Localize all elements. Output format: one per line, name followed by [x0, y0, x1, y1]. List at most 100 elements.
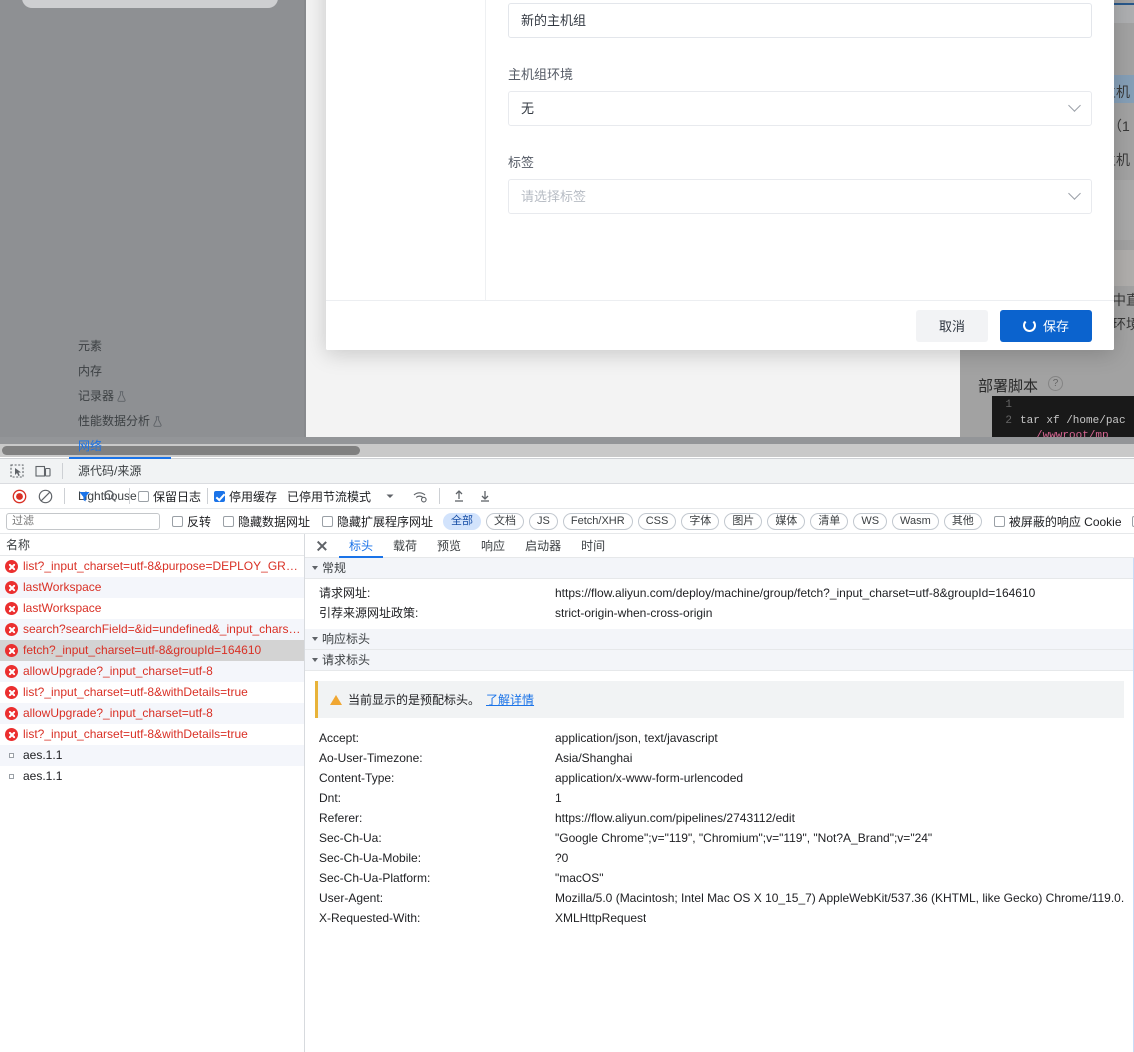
devtools-tab-0[interactable]: 元素: [69, 334, 171, 359]
type-filter-4[interactable]: CSS: [637, 512, 677, 530]
request-headers-section-header[interactable]: 请求标头: [305, 650, 1134, 671]
host-group-name-input[interactable]: 新的主机组: [508, 3, 1092, 38]
request-list-item[interactable]: lastWorkspace: [0, 598, 304, 619]
devtools-tab-3[interactable]: 性能数据分析: [69, 409, 171, 434]
page-horizontal-scrollbar-thumb[interactable]: [2, 446, 360, 455]
detail-tab-1[interactable]: 载荷: [383, 534, 427, 558]
type-filter-1[interactable]: 文档: [486, 512, 525, 530]
devtools-tab-2[interactable]: 记录器: [69, 384, 171, 409]
general-section-header[interactable]: 常规: [305, 558, 1134, 579]
devtools-tab-1[interactable]: 内存: [69, 359, 171, 384]
request-list-item[interactable]: allowUpgrade?_input_charset=utf-8: [0, 661, 304, 682]
chevron-down-icon: [1068, 99, 1081, 112]
clear-button-icon[interactable]: [32, 484, 58, 508]
type-filter-2[interactable]: JS: [529, 512, 558, 530]
import-har-icon[interactable]: [446, 484, 472, 508]
type-filter-9[interactable]: WS: [853, 512, 888, 530]
search-icon[interactable]: [97, 484, 123, 508]
invert-checkbox[interactable]: 反转: [172, 513, 211, 530]
header-value: XMLHttpRequest: [555, 911, 647, 925]
header-row: User-Agent: Mozilla/5.0 (Macintosh; Intel…: [305, 888, 1134, 908]
type-filter-5[interactable]: 字体: [681, 512, 720, 530]
error-status-icon: [5, 581, 18, 594]
chevron-down-icon[interactable]: [377, 484, 403, 508]
detail-tab-5[interactable]: 时间: [571, 534, 615, 558]
type-filter-0[interactable]: 全部: [443, 512, 482, 530]
deploy-script-title: 部署脚本: [978, 378, 1039, 395]
type-filter-8[interactable]: 清单: [810, 512, 849, 530]
type-filter-3[interactable]: Fetch/XHR: [562, 512, 633, 530]
request-list-item[interactable]: fetch?_input_charset=utf-8&groupId=16461…: [0, 640, 304, 661]
hide-data-urls-label: 隐藏数据网址: [238, 514, 311, 529]
devtools-tab-5[interactable]: 源代码/来源: [69, 459, 171, 484]
export-har-icon[interactable]: [472, 484, 498, 508]
filter-icon[interactable]: [71, 484, 97, 508]
close-icon[interactable]: [313, 537, 331, 555]
header-key: Sec-Ch-Ua:: [319, 831, 382, 845]
header-row: Content-Type: application/x-www-form-urle…: [305, 768, 1134, 788]
preserve-log-checkbox[interactable]: 保留日志: [138, 488, 201, 505]
header-key: Dnt:: [319, 791, 342, 805]
host-group-environment-select[interactable]: 无: [508, 91, 1092, 126]
request-list-item[interactable]: list?_input_charset=utf-8&withDetails=tr…: [0, 724, 304, 745]
experiment-flask-icon: [153, 416, 162, 427]
save-button[interactable]: 保存: [1000, 309, 1092, 342]
inspect-element-icon[interactable]: [4, 459, 30, 483]
detail-tab-4[interactable]: 启动器: [515, 534, 571, 558]
chevron-down-icon: [312, 658, 318, 662]
devtools-tab-label: 源代码/来源: [78, 463, 142, 478]
modal-body: 名称 新的主机组 主机组环境 无 标签 请选择标签: [486, 0, 1114, 300]
detail-tab-3[interactable]: 响应: [471, 534, 515, 558]
tags-value: 请选择标签: [521, 189, 587, 204]
record-button-icon[interactable]: [6, 484, 32, 508]
error-status-icon: [5, 602, 18, 615]
header-row: X-Requested-With: XMLHttpRequest: [305, 908, 1134, 928]
header-row: 引荐来源网址政策: strict-origin-when-cross-origin: [305, 603, 1134, 623]
cancel-button[interactable]: 取消: [916, 309, 988, 342]
blocked-response-cookies-checkbox[interactable]: 被屏蔽的响应 Cookie: [993, 513, 1122, 530]
learn-more-link[interactable]: 了解详情: [486, 691, 534, 708]
type-filter-7[interactable]: 媒体: [767, 512, 806, 530]
type-filter-10[interactable]: Wasm: [892, 512, 939, 530]
header-key: Accept:: [319, 731, 360, 745]
request-list-item[interactable]: aes.1.1: [0, 766, 304, 787]
request-list-column-header: 名称: [0, 534, 304, 556]
throttling-label: 已停用节流模式: [287, 489, 372, 504]
network-conditions-icon[interactable]: [407, 484, 433, 508]
type-filter-11[interactable]: 其他: [943, 512, 982, 530]
header-key: Content-Type:: [319, 771, 395, 785]
hide-extension-urls-checkbox[interactable]: 隐藏扩展程序网址: [322, 513, 433, 530]
chevron-down-icon: [312, 566, 318, 570]
detail-tab-0[interactable]: 标头: [339, 534, 383, 558]
response-headers-label: 响应标头: [322, 631, 371, 646]
host-group-tags-select[interactable]: 请选择标签: [508, 179, 1092, 214]
device-toolbar-icon[interactable]: [30, 459, 56, 483]
resource-type-filters: 全部 文档 JS Fetch/XHR CSS 字体 图片 媒体 清单 WS Wasm 其他: [443, 512, 982, 530]
request-list-item[interactable]: aes.1.1: [0, 745, 304, 766]
request-detail-panel: 标头 载荷 预览 响应 启动器 时间 常规 请求网址: https://flow.aliyu…: [305, 534, 1134, 1052]
request-list-item[interactable]: list?_input_charset=utf-8&withDetails=tr…: [0, 682, 304, 703]
divider: [64, 488, 65, 504]
response-headers-section-header[interactable]: 响应标头: [305, 629, 1134, 650]
filter-input[interactable]: [6, 512, 160, 530]
header-key: Sec-Ch-Ua-Platform:: [319, 871, 431, 885]
error-status-icon: [5, 665, 18, 678]
request-list-item[interactable]: lastWorkspace: [0, 577, 304, 598]
request-list-item[interactable]: list?_input_charset=utf-8&purpose=DEPLOY…: [0, 556, 304, 577]
request-list-item[interactable]: allowUpgrade?_input_charset=utf-8: [0, 703, 304, 724]
code-line-2: 2 tar xf /home/pac: [1005, 415, 1126, 427]
header-value: https://flow.aliyun.com/deploy/machine/g…: [555, 586, 1036, 600]
type-filter-6[interactable]: 图片: [724, 512, 763, 530]
detail-tab-2[interactable]: 预览: [427, 534, 471, 558]
hide-data-urls-checkbox[interactable]: 隐藏数据网址: [223, 513, 310, 530]
devtools-panel: 元素内存记录器性能数据分析网络源代码/来源Lighthouse控制台应用性能We…: [0, 339, 1134, 1052]
devtools-tab-4[interactable]: 网络: [69, 434, 171, 459]
help-icon[interactable]: ?: [1048, 376, 1063, 391]
disable-cache-checkbox[interactable]: 停用缓存: [214, 488, 277, 505]
request-name: aes.1.1: [23, 769, 63, 783]
error-status-icon: [5, 623, 18, 636]
page-right-snip-1: 中直: [1112, 292, 1134, 308]
request-name: allowUpgrade?_input_charset=utf-8: [23, 664, 213, 678]
detail-tab-list: 标头 载荷 预览 响应 启动器 时间: [339, 534, 615, 558]
request-list-item[interactable]: search?searchField=&id=undefined&_input_…: [0, 619, 304, 640]
